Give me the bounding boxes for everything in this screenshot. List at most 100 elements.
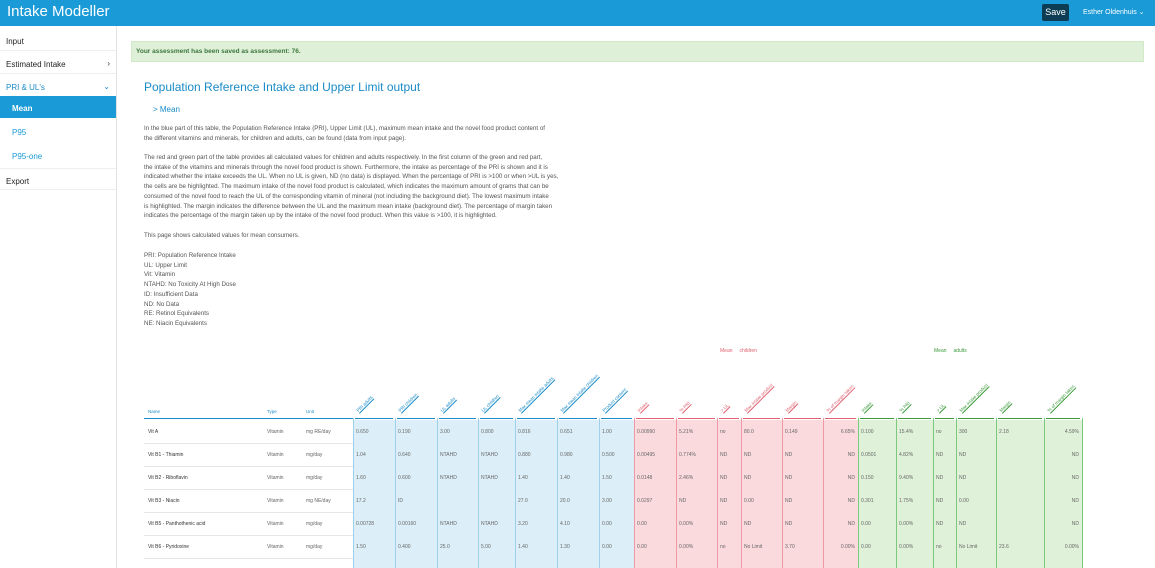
blue-cell: NTAHD: [440, 475, 457, 481]
red-cell: ND: [785, 521, 793, 527]
red-column-divider: [782, 418, 783, 568]
green-cell: ND: [936, 452, 944, 458]
table-row-unit: mg/day: [306, 475, 323, 481]
green-column-header: > UL: [935, 402, 946, 413]
red-column-header: % of margin taken: [825, 383, 855, 413]
table-row-unit: mg/day: [306, 452, 323, 458]
red-header-underline: [678, 418, 715, 419]
blue-column-divider: [437, 418, 438, 568]
paragraph-line: consumed of the novel food to reach the …: [144, 192, 549, 200]
red-header-underline: [825, 418, 856, 419]
red-cell: 0.00: [744, 498, 754, 504]
blue-column-header: PRI children: [397, 392, 419, 413]
sidebar-item-label: Export: [6, 177, 30, 186]
table-row-type: Vitamin: [267, 475, 284, 481]
table-row-divider: [144, 466, 353, 467]
red-cell: ND: [744, 452, 752, 458]
legend-children: Mean children: [720, 348, 757, 354]
blue-cell: 0.650: [356, 429, 369, 435]
red-cell: 80.0: [744, 429, 754, 435]
blue-cell: 0.600: [398, 475, 411, 481]
sidebar-item-label: Mean: [12, 104, 33, 113]
blue-cell: 0.400: [398, 544, 411, 550]
red-cell: ND: [785, 475, 793, 481]
table-row-type: Vitamin: [267, 521, 284, 527]
abbreviation-item: ND: No Data: [144, 300, 180, 308]
breadcrumb[interactable]: > Mean: [153, 105, 180, 114]
blue-column-header: Product content: [601, 387, 628, 413]
user-menu[interactable]: Esther Oldenhuis ⌄: [1083, 8, 1145, 16]
red-cell: no: [720, 544, 726, 550]
sidebar-item-pri-uls[interactable]: PRI & UL's ⌄: [0, 75, 116, 97]
sidebar-item-label: Estimated Intake: [6, 60, 66, 69]
paragraph-line: indicates the percentage of the margin t…: [144, 212, 497, 220]
green-cell: ND: [959, 475, 967, 481]
paragraph-line: the cells are be highlighted. The maximu…: [144, 183, 549, 191]
green-column-header: Max intake product: [958, 382, 989, 413]
blue-cell: 20.0: [560, 498, 570, 504]
green-cell: 0.00%: [899, 521, 914, 527]
table-row-unit: mg/day: [306, 544, 323, 550]
blue-column-header: Max mean intake children: [559, 373, 600, 413]
green-column-divider: [896, 418, 897, 568]
top-navbar: Intake Modeller Save Esther Oldenhuis ⌄: [0, 0, 1155, 26]
blue-cell: 1.40: [560, 475, 570, 481]
table-row-type: Vitamin: [267, 429, 284, 435]
blue-cell: 0.190: [398, 429, 411, 435]
green-cell: 9.40%: [899, 475, 914, 481]
table-row-divider: [144, 512, 353, 513]
blue-cell: NTAHD: [440, 452, 457, 458]
green-cell: 0.00%: [1064, 544, 1079, 550]
save-button[interactable]: Save: [1042, 4, 1069, 21]
red-column-header: Max intake product: [743, 382, 774, 413]
red-cell: 0.00%: [679, 521, 694, 527]
red-header-underline: [719, 418, 739, 419]
green-cell: 2.18: [999, 429, 1009, 435]
table-row-type: Vitamin: [267, 452, 284, 458]
green-column-divider: [956, 418, 957, 568]
red-cell: ND: [785, 452, 793, 458]
red-cell: 0.149: [785, 429, 798, 435]
blue-cell: 0.816: [518, 429, 531, 435]
red-cell: 0.0297: [637, 498, 653, 504]
blue-cell: 0.880: [518, 452, 531, 458]
green-column-header: % of margin taken: [1046, 383, 1076, 413]
header-underline: [144, 418, 353, 419]
red-cell: 0.00%: [840, 544, 855, 550]
table-row-type: Vitamin: [267, 544, 284, 550]
sidebar-item-export[interactable]: Export: [0, 168, 116, 190]
blue-cell: 1.40: [518, 475, 528, 481]
sidebar-item-estimated-intake[interactable]: Estimated Intake ›: [0, 52, 116, 74]
blue-header-underline: [397, 418, 435, 419]
green-cell: 0.00: [861, 544, 871, 550]
red-cell: ND: [720, 498, 728, 504]
red-column-header: > UL: [719, 402, 730, 413]
green-header-underline: [860, 418, 894, 419]
sidebar-item-p95[interactable]: P95: [0, 120, 116, 142]
red-cell: no: [720, 429, 726, 435]
blue-cell: 0.640: [398, 452, 411, 458]
red-cell: ND: [847, 498, 855, 504]
sidebar-item-mean[interactable]: Mean: [0, 96, 116, 118]
sidebar-item-input[interactable]: Input: [0, 29, 116, 51]
sidebar-item-p95-one[interactable]: P95-one: [0, 144, 116, 166]
red-cell: ND: [744, 521, 752, 527]
table-row-name: Vit B2 - Riboflavin: [148, 475, 188, 481]
green-cell: no: [936, 429, 942, 435]
red-cell: 0.00495: [637, 452, 656, 458]
abbreviation-item: NE: Niacin Equivalents: [144, 319, 207, 327]
paragraph-line: is highlighted. The margin indicates the…: [144, 202, 553, 210]
app-title[interactable]: Intake Modeller: [7, 3, 110, 20]
red-header-underline: [743, 418, 780, 419]
red-cell: ND: [847, 452, 855, 458]
red-cell: No Limit: [744, 544, 763, 550]
table-row-name: Vit A: [148, 429, 159, 435]
red-header-underline: [784, 418, 821, 419]
green-cell: ND: [1071, 498, 1079, 504]
red-cell: ND: [847, 521, 855, 527]
table-row-name: Vit B5 - Panthothenic acid: [148, 521, 206, 527]
blue-cell: 0.980: [560, 452, 573, 458]
blue-cell: 1.04: [356, 452, 366, 458]
green-cell: 0.00: [959, 498, 969, 504]
table-row-divider: [144, 489, 353, 490]
